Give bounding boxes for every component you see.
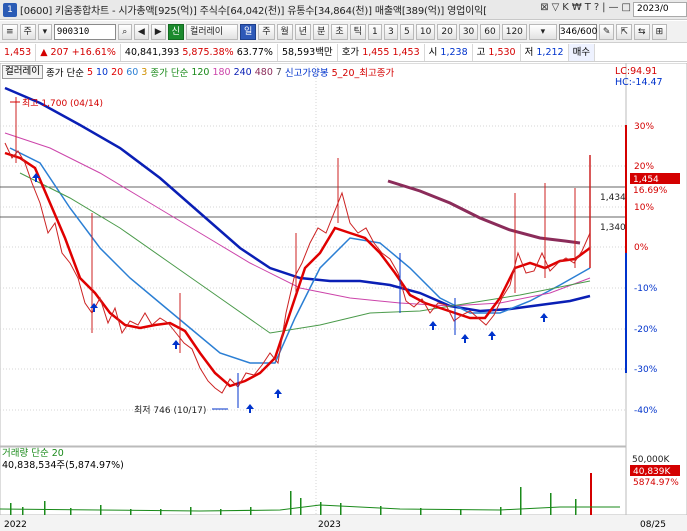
range-3-button[interactable]: 3 <box>383 23 398 40</box>
range-20-button[interactable]: 20 <box>437 23 457 40</box>
level-label-1434: 1,434 <box>600 193 626 203</box>
swap-icon[interactable]: ⇆ <box>634 23 650 40</box>
legend-max-close: 5_20_최고종가 <box>331 68 395 79</box>
prev-stock-button[interactable]: ◀ <box>133 23 149 40</box>
range-10-button[interactable]: 10 <box>415 23 436 40</box>
legend-ma10: 10 <box>96 66 109 78</box>
period-minute-tab[interactable]: 분 <box>313 23 330 40</box>
text-icon[interactable]: T <box>585 2 591 13</box>
period-year-tab[interactable]: 년 <box>294 23 312 40</box>
range-1-button[interactable]: 1 <box>367 23 382 40</box>
legend-ma7: 7 <box>275 66 282 78</box>
up-arrow-icon: ▲ <box>40 47 48 58</box>
volume-value-text: 40,838,534주(5,874.97%) <box>2 460 124 471</box>
price-panel <box>0 63 627 447</box>
period-week-tab[interactable]: 주 <box>258 23 275 40</box>
legend-ma480: 480 <box>254 66 273 78</box>
window-icon: 1 <box>3 2 17 17</box>
current-pct-tag: 16.69% <box>633 186 668 196</box>
legend-ma3: 3 <box>141 66 148 78</box>
svg-text:10%: 10% <box>634 203 654 213</box>
indicator-legend: 컬러레이 종가 단순 5 10 20 60 3 종가 단순 120 180 24… <box>2 65 394 79</box>
title-bar: 1 [0600] 키움종합차트 - 시가총액[925(억)] 주식수[64,04… <box>0 0 687 20</box>
low-price: 저 1,212 <box>521 44 569 61</box>
preset-select[interactable]: 컬러레이 <box>185 23 238 40</box>
legend-ma180: 180 <box>212 66 231 78</box>
stock-code-input[interactable]: 900310 <box>53 23 116 40</box>
won-icon[interactable]: ₩ <box>572 2 582 13</box>
date-field[interactable]: 2023/0 <box>633 2 687 17</box>
filter-icon[interactable]: ▽ <box>552 2 560 13</box>
range-60-button[interactable]: 60 <box>480 23 500 40</box>
trade-amount: 58,593백만 <box>278 44 338 61</box>
svg-text:20%: 20% <box>634 162 654 172</box>
title-tools: ⊠ ▽ K ₩ T ? | — □ <box>540 2 631 13</box>
help-icon[interactable]: ? <box>594 2 599 13</box>
search-icon[interactable]: ⌕ <box>117 23 132 40</box>
grid-icon[interactable]: ⊞ <box>651 23 668 40</box>
legend-ma240: 240 <box>233 66 252 78</box>
low-annotation: 최저 746 (10/17) <box>134 405 206 416</box>
hoga: 호가 1,455 1,453 <box>338 44 425 61</box>
current-price: 1,453 <box>0 44 37 61</box>
price-change: ▲ 207 +16.61% <box>36 44 121 61</box>
volume-pct-tag: 5874.97% <box>633 478 679 488</box>
range-30-button[interactable]: 30 <box>458 23 479 40</box>
expand-icon[interactable]: ⇱ <box>616 23 633 40</box>
x-axis-panel <box>0 515 687 531</box>
volume-title[interactable]: 거래량 단순 20 <box>2 448 124 460</box>
buy-button[interactable]: 매수 <box>568 44 596 61</box>
k-icon[interactable]: K <box>562 2 569 13</box>
legend-preset[interactable]: 컬러레이 <box>2 65 43 79</box>
legend-ma60: 60 <box>126 66 139 78</box>
range-dropdown[interactable]: ▾ <box>528 23 557 40</box>
svg-text:-10%: -10% <box>634 284 658 294</box>
screen-icon[interactable]: ⊠ <box>540 2 548 13</box>
market-select[interactable]: 주 <box>19 23 36 40</box>
maximize-icon[interactable]: □ <box>622 2 631 13</box>
volume-legend: 거래량 단순 20 40,838,534주(5,874.97%) <box>2 448 124 472</box>
market-dropdown-icon[interactable]: ▾ <box>37 23 52 40</box>
period-day-tab[interactable]: 일 <box>239 23 257 40</box>
legend-ma120: 120 <box>191 66 210 78</box>
period-month-tab[interactable]: 월 <box>276 23 293 40</box>
minimize-icon[interactable]: — <box>609 2 619 13</box>
svg-text:-40%: -40% <box>634 406 658 416</box>
x-label-2023: 2023 <box>318 520 341 530</box>
legend-ma20: 20 <box>111 66 124 78</box>
chart-toolbar: ≡ 주 ▾ 900310 ⌕ ◀ ▶ 신 컬러레이 일 주 월 년 분 초 틱 … <box>0 21 687 43</box>
lc-hc-label: LC:94.91 HC:-14.47 <box>615 66 663 88</box>
range-120-button[interactable]: 120 <box>501 23 527 40</box>
legend-ma-label: 종가 단순 <box>45 68 84 79</box>
svg-text:30%: 30% <box>634 122 654 132</box>
high-annotation: 최고 1,700 (04/14) <box>22 98 103 109</box>
legend-ma2-label: 종가 단순 <box>150 68 189 79</box>
svg-text:-20%: -20% <box>634 325 658 335</box>
period-second-tab[interactable]: 초 <box>331 23 348 40</box>
period-tick-tab[interactable]: 틱 <box>349 23 366 40</box>
legend-new-high: 신고가양봉 <box>284 68 329 79</box>
draw-icon[interactable]: ✎ <box>598 23 615 40</box>
range-5-button[interactable]: 5 <box>399 23 414 40</box>
x-label-current-date: 08/25 <box>640 520 666 530</box>
svg-text:-30%: -30% <box>634 365 658 375</box>
current-price-tag-text: 1,454 <box>633 175 659 185</box>
svg-text:0%: 0% <box>634 243 649 253</box>
volume-value: 40,841,393 5,875.38% 63.77% <box>121 44 278 61</box>
quote-bar: 1,453 ▲ 207 +16.61% 40,841,393 5,875.38%… <box>0 44 687 62</box>
volume-axis-top: 50,000K <box>632 455 670 465</box>
legend-ma5: 5 <box>86 66 93 78</box>
bar-count-field[interactable]: 346/600 <box>558 23 597 40</box>
next-stock-button[interactable]: ▶ <box>150 23 166 40</box>
window-title: [0600] 키움종합차트 - 시가총액[925(억)] 주식수[64,042(… <box>20 6 487 17</box>
separator-icon: | <box>602 2 606 13</box>
preset-prefix-button[interactable]: 신 <box>167 23 184 40</box>
menu-button[interactable]: ≡ <box>2 23 18 40</box>
x-label-2022: 2022 <box>4 520 27 530</box>
volume-current-tag-text: 40,839K <box>633 467 671 477</box>
level-label-1340: 1,340 <box>600 223 626 233</box>
high-price: 고 1,530 <box>473 44 521 61</box>
open-price: 시 1,238 <box>425 44 473 61</box>
